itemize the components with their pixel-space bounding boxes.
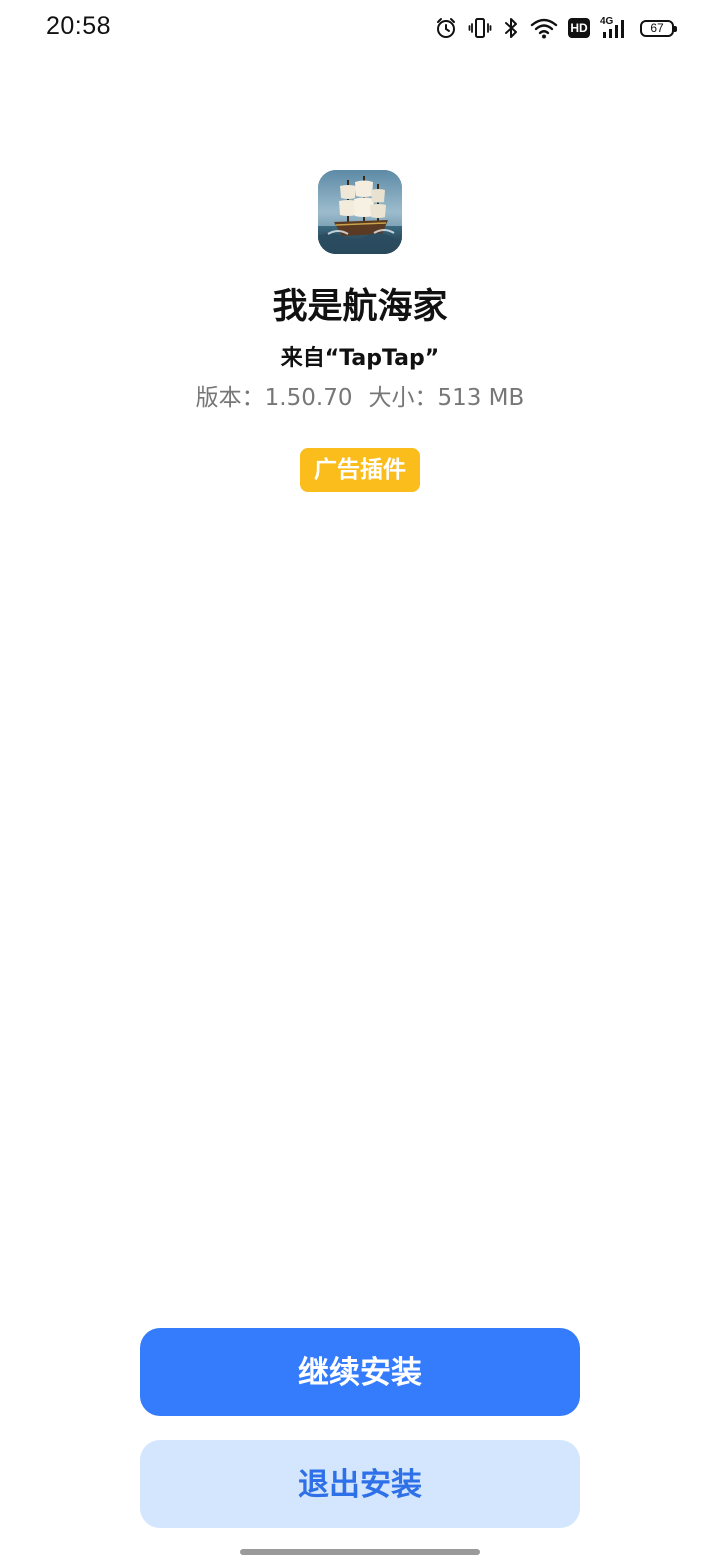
- hd-icon: HD: [568, 18, 590, 38]
- continue-install-button[interactable]: 继续安装: [140, 1328, 580, 1416]
- alarm-icon: [434, 16, 458, 40]
- sailing-ship-app-icon: [318, 170, 402, 254]
- status-bar: 20:58 HD 4G 67: [0, 0, 720, 56]
- ad-plugin-badge[interactable]: 广告插件: [300, 448, 420, 492]
- status-icons: HD 4G 67: [434, 14, 677, 42]
- app-name: 我是航海家: [272, 287, 448, 327]
- status-time: 20:58: [46, 12, 112, 40]
- app-source: 来自“TapTap”: [280, 346, 440, 371]
- battery-icon: 67: [640, 19, 677, 37]
- install-screen: 20:58 HD 4G 67 我是航海家 来自“TapTap” 版本：1.50.…: [0, 0, 720, 1560]
- wifi-icon: [530, 16, 558, 40]
- app-size: 大小：513 MB: [368, 385, 525, 411]
- exit-install-button[interactable]: 退出安装: [140, 1440, 580, 1528]
- app-version: 版本：1.50.70: [195, 385, 353, 411]
- bluetooth-icon: [502, 16, 520, 40]
- home-indicator[interactable]: [240, 1549, 480, 1555]
- vibrate-icon: [468, 16, 492, 40]
- 4g-signal-icon: 4G: [600, 16, 630, 40]
- app-meta: 版本：1.50.70 大小：513 MB: [0, 378, 720, 412]
